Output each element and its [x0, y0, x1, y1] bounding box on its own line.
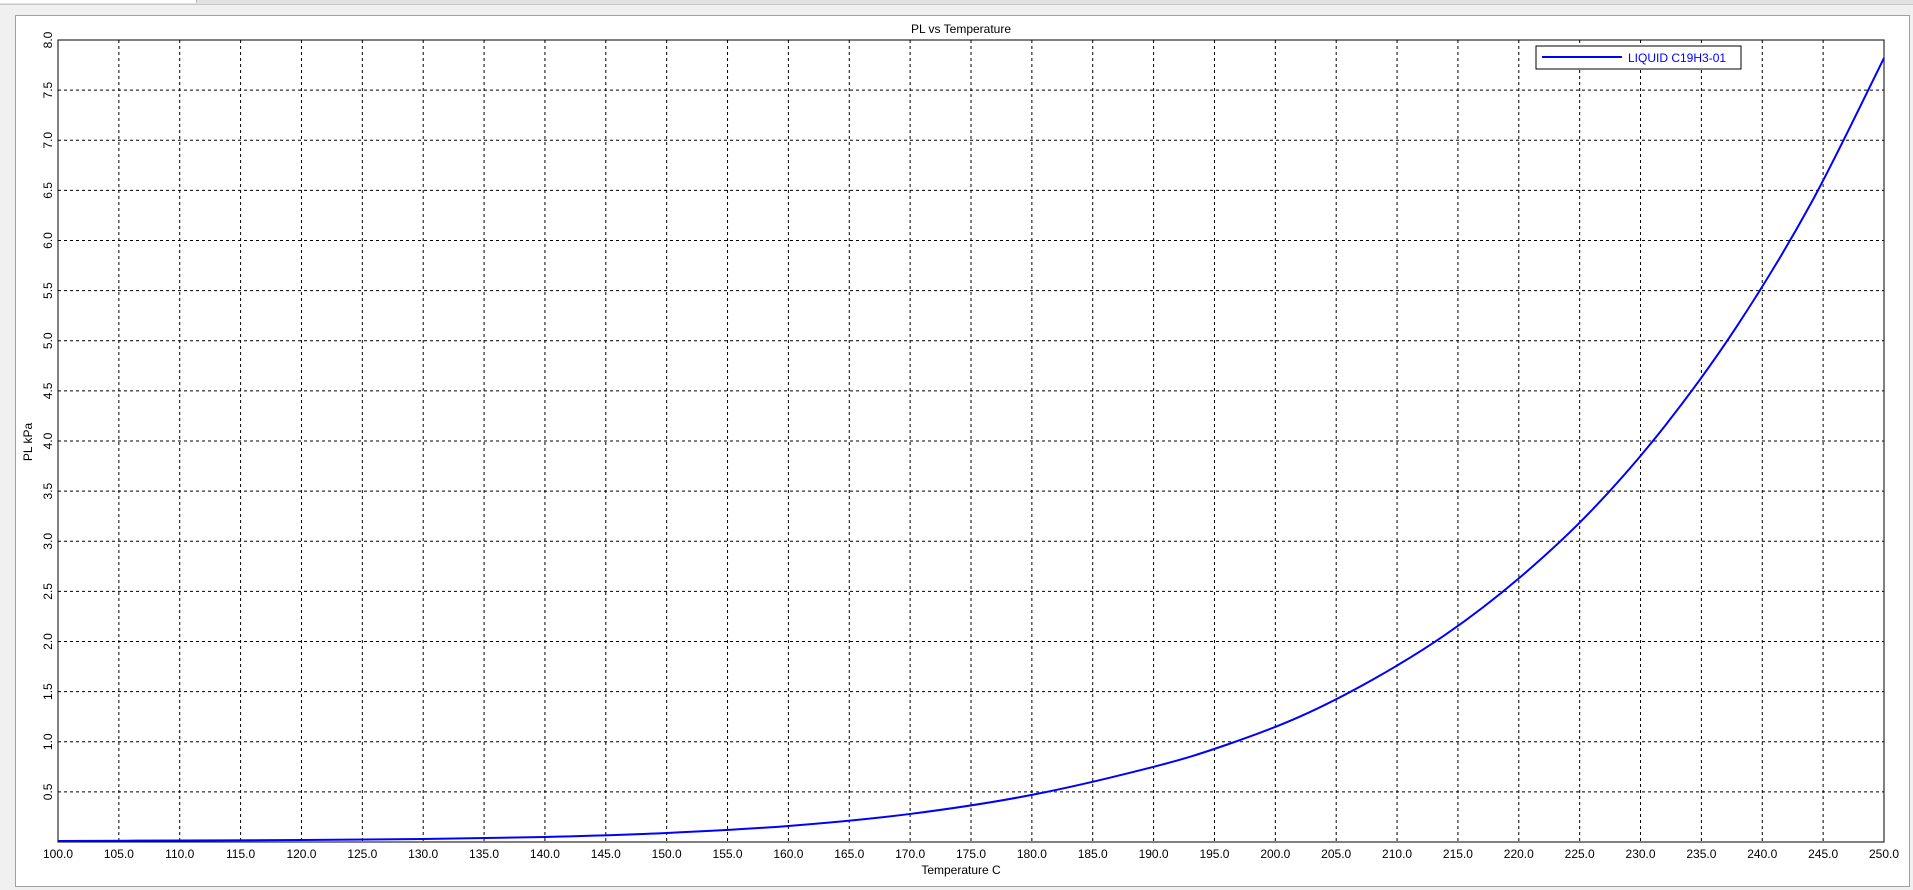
top-toolbar-strip [0, 0, 1913, 5]
x-tick-label: 195.0 [1199, 847, 1229, 861]
x-tick-label: 250.0 [1869, 847, 1899, 861]
x-tick-label: 235.0 [1686, 847, 1716, 861]
y-tick-label: 7.5 [41, 81, 55, 98]
x-tick-label: 210.0 [1382, 847, 1412, 861]
x-tick-label: 155.0 [713, 847, 743, 861]
x-tick-label: 225.0 [1565, 847, 1595, 861]
x-tick-label: 145.0 [591, 847, 621, 861]
x-tick-label: 165.0 [834, 847, 864, 861]
y-tick-label: 2.5 [41, 583, 55, 600]
x-tick-label: 230.0 [1626, 847, 1656, 861]
y-tick-label: 1.5 [41, 683, 55, 700]
x-tick-label: 150.0 [652, 847, 682, 861]
x-tick-label: 190.0 [1139, 847, 1169, 861]
x-tick-label: 185.0 [1078, 847, 1108, 861]
x-tick-label: 125.0 [347, 847, 377, 861]
y-axis-ticks: 0.5 1.0 1.5 2.0 2.5 3.0 3.5 4.0 4.5 5.0 5.5 6.0 6.5 7… [41, 31, 55, 800]
chart-title: PL vs Temperature [911, 22, 1011, 36]
x-tick-label: 140.0 [530, 847, 560, 861]
x-tick-label: 180.0 [1017, 847, 1047, 861]
y-tick-label: 4.5 [41, 382, 55, 399]
chart-panel: PL vs Temperature 100.0 105.0 110.0 115.0 12… [15, 15, 1910, 887]
chart: PL vs Temperature 100.0 105.0 110.0 115.0 12… [21, 22, 1899, 877]
y-tick-label: 3.0 [41, 533, 55, 550]
x-axis-ticks: 100.0 105.0 110.0 115.0 120.0 125.0 130.0 135.0… [43, 847, 1899, 861]
y-tick-label: 5.5 [41, 282, 55, 299]
x-tick-label: 200.0 [1260, 847, 1290, 861]
grid [58, 40, 1884, 842]
legend: LIQUID C19H3-01 [1535, 45, 1742, 70]
x-axis-label: Temperature C [921, 863, 1001, 877]
y-axis-label: PL kPa [21, 423, 35, 462]
x-tick-label: 175.0 [956, 847, 986, 861]
x-tick-label: 220.0 [1504, 847, 1534, 861]
tab-stub[interactable] [0, 0, 197, 3]
y-tick-label: 6.5 [41, 182, 55, 199]
legend-label: LIQUID C19H3-01 [1628, 51, 1726, 65]
y-tick-label: 0.5 [41, 783, 55, 800]
x-tick-label: 115.0 [226, 847, 255, 861]
y-tick-label: 2.0 [41, 633, 55, 650]
x-tick-label: 130.0 [408, 847, 438, 861]
x-tick-label: 205.0 [1321, 847, 1351, 861]
y-tick-label: 5.0 [41, 332, 55, 349]
x-tick-label: 245.0 [1808, 847, 1838, 861]
x-tick-label: 135.0 [469, 847, 499, 861]
x-tick-label: 105.0 [104, 847, 134, 861]
y-tick-label: 4.0 [41, 432, 55, 449]
x-tick-label: 240.0 [1747, 847, 1777, 861]
y-tick-label: 3.5 [41, 482, 55, 499]
x-tick-label: 215.0 [1443, 847, 1473, 861]
x-tick-label: 100.0 [43, 847, 73, 861]
x-tick-label: 160.0 [773, 847, 803, 861]
y-tick-label: 7.0 [41, 132, 55, 149]
y-tick-label: 6.0 [41, 232, 55, 249]
x-tick-label: 110.0 [165, 847, 194, 861]
x-tick-label: 120.0 [286, 847, 316, 861]
y-tick-label: 1.0 [41, 733, 55, 750]
app-window: PL vs Temperature 100.0 105.0 110.0 115.0 12… [0, 0, 1913, 890]
y-tick-label: 8.0 [41, 31, 55, 48]
x-tick-label: 170.0 [895, 847, 925, 861]
